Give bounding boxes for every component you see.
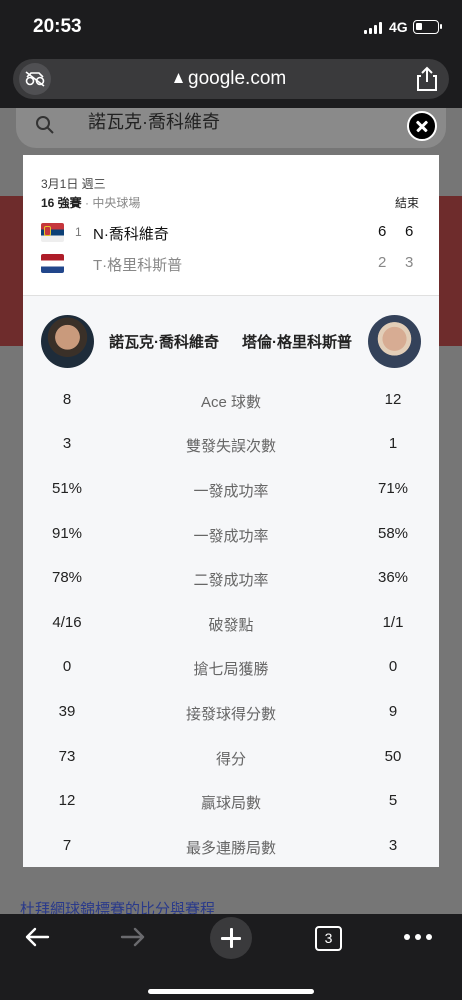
match-stats: 諾瓦克·喬科維奇 塔倫·格里科斯普 8 Ace 球數 12 3 雙發失誤次數 1…	[23, 296, 439, 867]
stat-right-value: 71%	[377, 480, 409, 497]
player-row-2: T·格里科斯普 2 3	[41, 252, 421, 276]
network-type: 4G	[389, 19, 408, 35]
stat-left-value: 4/16	[52, 614, 82, 631]
back-arrow-icon[interactable]	[24, 926, 50, 948]
set-2-score: 6	[405, 223, 414, 240]
netherlands-flag-icon	[41, 254, 64, 273]
signal-icon	[364, 22, 384, 34]
stat-label: 雙發失誤次數	[185, 438, 276, 455]
stat-row: 78% 二發成功率 36%	[23, 567, 439, 591]
stats-player-1-name: 諾瓦克·喬科維奇	[109, 334, 219, 351]
stat-right-value: 9	[388, 703, 398, 720]
set-1-score: 6	[378, 223, 387, 240]
stat-left-value: 12	[58, 792, 76, 809]
player-2-avatar	[368, 315, 421, 368]
stat-right-value: 1/1	[382, 614, 404, 631]
battery-icon	[413, 20, 442, 34]
share-icon[interactable]	[415, 66, 439, 92]
status-time: 20:53	[33, 16, 82, 37]
match-round: 16 強賽	[41, 196, 82, 210]
stat-row: 4/16 破發點 1/1	[23, 612, 439, 636]
url-text: google.com	[188, 68, 287, 89]
stat-row: 7 最多連勝局數 3	[23, 835, 439, 859]
stat-left-value: 7	[62, 837, 72, 854]
stat-right-value: 36%	[377, 569, 409, 586]
stat-label: Ace 球數	[200, 394, 261, 411]
background-search-bar: 諾瓦克·喬科維奇	[16, 108, 446, 148]
stat-label: 一發成功率	[193, 528, 269, 545]
background-search-text: 諾瓦克·喬科維奇	[88, 112, 220, 132]
player-1-avatar	[41, 315, 94, 368]
stat-row: 0 搶七局獲勝 0	[23, 656, 439, 680]
reader-mode-icon[interactable]	[19, 63, 51, 95]
stat-label: 一發成功率	[193, 483, 269, 500]
stat-label: 二發成功率	[193, 572, 269, 589]
player-name: N·喬科維奇	[93, 226, 169, 243]
stat-left-value: 39	[58, 703, 76, 720]
stat-right-value: 0	[388, 658, 398, 675]
stat-row: 51% 一發成功率 71%	[23, 478, 439, 502]
stat-right-value: 58%	[377, 525, 409, 542]
browser-address-bar: google.com	[0, 56, 462, 108]
player-seed: 1	[75, 225, 82, 239]
stat-label: 破發點	[208, 617, 254, 634]
stat-label: 得分	[215, 751, 246, 768]
close-button[interactable]	[407, 111, 437, 141]
stat-row: 12 贏球局數 5	[23, 790, 439, 814]
set-1-score: 2	[378, 254, 387, 271]
url-field[interactable]: google.com	[13, 59, 449, 99]
stat-row: 91% 一發成功率 58%	[23, 523, 439, 547]
round-separator: ·	[81, 196, 93, 210]
match-status: 結束	[394, 196, 419, 210]
stat-row: 3 雙發失誤次數 1	[23, 433, 439, 457]
stat-right-value: 1	[388, 435, 398, 452]
player-row-1: 1 N·喬科維奇 6 6	[41, 221, 421, 245]
stat-row: 8 Ace 球數 12	[23, 389, 439, 413]
new-tab-button[interactable]	[210, 917, 252, 959]
tabs-button[interactable]: 3	[315, 926, 342, 951]
stat-left-value: 73	[58, 748, 76, 765]
stat-label: 贏球局數	[200, 795, 261, 812]
stat-row: 39 接發球得分數 9	[23, 701, 439, 725]
search-icon	[36, 116, 54, 134]
forward-arrow-icon[interactable]	[120, 926, 146, 948]
background-schedule-link[interactable]: 杜拜網球錦標賽的比分與賽程	[20, 898, 215, 914]
stat-label: 接發球得分數	[185, 706, 276, 723]
home-indicator[interactable]	[148, 989, 314, 994]
stat-label: 搶七局獲勝	[193, 661, 269, 678]
status-bar: 20:53 4G	[0, 0, 462, 56]
serbia-flag-icon	[41, 223, 64, 242]
stat-left-value: 91%	[51, 525, 83, 542]
stat-left-value: 8	[62, 391, 72, 408]
stat-left-value: 3	[62, 435, 72, 452]
match-round-info: 16 強賽 · 中央球場	[41, 194, 140, 211]
stat-left-value: 78%	[51, 569, 83, 586]
match-venue: 中央球場	[92, 196, 141, 210]
stat-right-value: 5	[388, 792, 398, 809]
browser-toolbar: 3	[0, 914, 462, 1000]
match-date: 3月1日 週三	[41, 177, 106, 191]
stat-right-value: 50	[384, 748, 402, 765]
match-card: 3月1日 週三 16 強賽 · 中央球場 結束 1 N·喬科維奇 6 6 T·格…	[23, 155, 439, 867]
stat-label: 最多連勝局數	[185, 840, 276, 857]
stat-right-value: 12	[384, 391, 402, 408]
stat-left-value: 0	[62, 658, 72, 675]
stat-left-value: 51%	[51, 480, 83, 497]
stat-row: 73 得分 50	[23, 746, 439, 770]
stats-player-2-name: 塔倫·格里科斯普	[242, 334, 352, 351]
stat-right-value: 3	[388, 837, 398, 854]
lock-icon	[174, 73, 183, 83]
player-name: T·格里科斯普	[93, 257, 183, 274]
more-menu-icon[interactable]	[404, 934, 432, 942]
set-2-score: 3	[405, 254, 414, 271]
